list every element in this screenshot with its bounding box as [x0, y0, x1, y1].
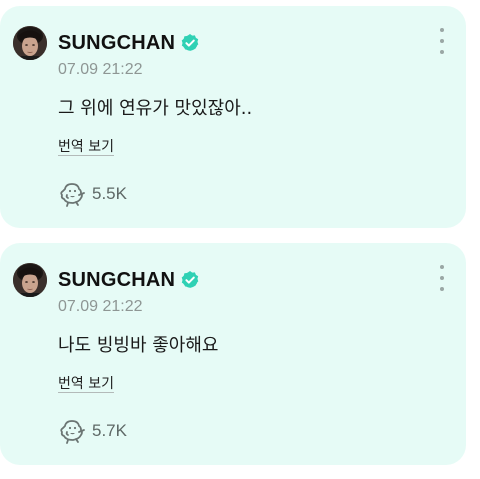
post-text: 그 위에 연유가 맛있잖아..	[58, 98, 253, 119]
post-card[interactable]: SUNGCHAN 07.09 21:22 그 위에 연유가 맛있잖아.. 번역 …	[0, 6, 466, 228]
translate-link[interactable]: 번역 보기	[58, 373, 114, 393]
like-count: 5.5K	[92, 184, 127, 203]
like-count: 5.7K	[92, 421, 127, 440]
verified-badge-icon	[180, 33, 200, 53]
avatar[interactable]	[13, 26, 47, 60]
translate-link[interactable]: 번역 보기	[58, 136, 114, 156]
dancing-dino-reaction-icon	[58, 418, 86, 444]
more-vertical-icon[interactable]	[438, 265, 446, 291]
author-row: SUNGCHAN	[58, 30, 200, 56]
dancing-dino-reaction-icon	[58, 181, 86, 207]
more-vertical-icon[interactable]	[438, 28, 446, 54]
post-card[interactable]: SUNGCHAN 07.09 21:22 나도 빙빙바 좋아해요 번역 보기 5…	[0, 243, 466, 465]
author-name[interactable]: SUNGCHAN	[58, 269, 175, 292]
post-timestamp: 07.09 21:22	[58, 298, 143, 315]
avatar[interactable]	[13, 263, 47, 297]
post-timestamp: 07.09 21:22	[58, 61, 143, 78]
author-row: SUNGCHAN	[58, 267, 200, 293]
post-text: 나도 빙빙바 좋아해요	[58, 335, 219, 356]
author-name[interactable]: SUNGCHAN	[58, 32, 175, 55]
reaction-button[interactable]: 5.5K	[58, 181, 127, 207]
verified-badge-icon	[180, 270, 200, 290]
post-feed: SUNGCHAN 07.09 21:22 그 위에 연유가 맛있잖아.. 번역 …	[0, 0, 480, 479]
reaction-button[interactable]: 5.7K	[58, 418, 127, 444]
